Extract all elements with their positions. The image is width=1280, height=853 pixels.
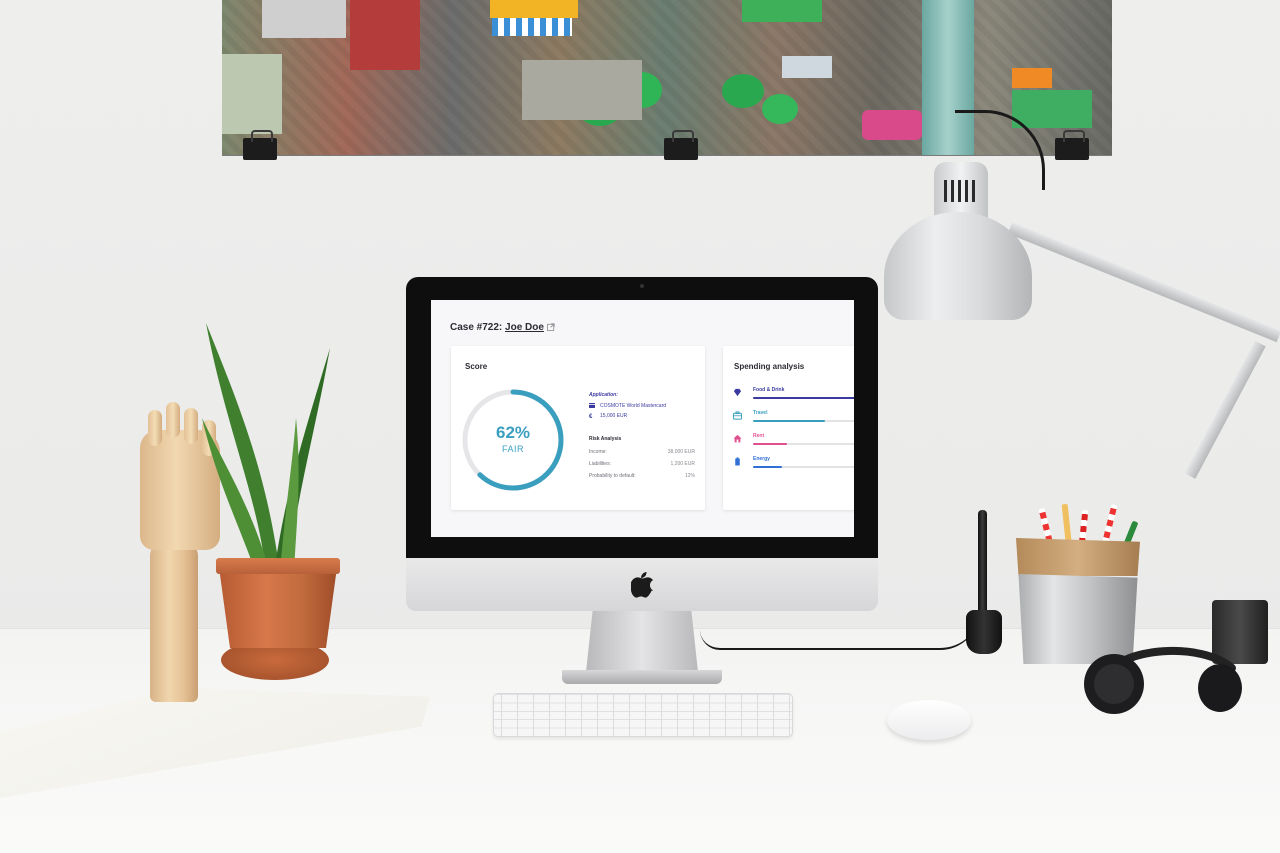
poster-car	[782, 56, 832, 78]
external-link-icon[interactable]	[547, 323, 555, 331]
application-card-name: COSMOTE World Mastercard	[600, 403, 667, 409]
spending-item-rent[interactable]: Rent	[733, 433, 854, 450]
spending-label: Food & Drink	[753, 387, 785, 393]
spending-label: Rent	[753, 433, 765, 439]
imac-stand-neck	[586, 610, 698, 672]
spending-label: Energy	[753, 456, 770, 462]
apple-logo-icon	[631, 571, 653, 598]
risk-label: Probability to default:	[589, 473, 636, 479]
magic-mouse	[887, 700, 971, 740]
risk-analysis-heading: Risk Analysis	[589, 436, 622, 442]
spending-item-food-drink[interactable]: Food & Drink	[733, 387, 854, 404]
imac-screen-dashboard: Case #722: Joe Doe Score 62% FAIR Applic…	[431, 300, 854, 537]
spending-card-title: Spending analysis	[734, 362, 805, 371]
lamp-lower-arm	[1184, 340, 1266, 479]
risk-row-probability: Probability to default: 12%	[589, 473, 695, 479]
spending-bar-track	[753, 466, 854, 468]
poster-building-grey	[262, 0, 346, 38]
risk-value: 1,200 EUR	[670, 461, 695, 467]
imac-chin	[406, 558, 878, 611]
wooden-finger	[166, 402, 180, 438]
case-title: Case #722: Joe Doe	[450, 322, 555, 333]
briefcase-icon	[733, 411, 742, 420]
wooden-hand-stand	[150, 540, 198, 702]
poster-green-block	[742, 0, 822, 22]
imac-stand-foot	[562, 670, 722, 684]
spending-bar-fill	[753, 420, 825, 422]
score-card: Score 62% FAIR Application: COSMOTE Worl…	[451, 346, 705, 510]
euro-icon: €	[589, 414, 593, 420]
diamond-icon	[733, 388, 742, 397]
poster-tree-right	[722, 74, 764, 108]
risk-value: 12%	[684, 473, 695, 479]
spending-bar-track	[753, 443, 854, 445]
lamp-upper-arm	[1007, 222, 1280, 343]
spending-bar-fill	[753, 443, 787, 445]
risk-label: Liabilities:	[589, 461, 611, 467]
spending-bar-track	[753, 420, 854, 422]
spending-item-travel[interactable]: Travel	[733, 410, 854, 427]
spending-bar-fill	[753, 397, 854, 399]
battery-icon	[735, 457, 740, 466]
stylus-stand	[966, 610, 1002, 654]
headphones	[1084, 646, 1242, 714]
risk-value: 38,000 EUR	[667, 449, 695, 455]
application-amount-row: €15,000 EUR	[589, 413, 628, 420]
score-card-title: Score	[465, 362, 488, 371]
imac-camera	[640, 284, 644, 288]
spending-analysis-card: Spending analysis Food & Drink Travel Re…	[723, 346, 854, 510]
application-heading: Application:	[589, 392, 618, 398]
plant-leaf	[274, 348, 330, 573]
imac-power-cable	[700, 610, 980, 650]
poster-sign-yellow	[490, 0, 578, 18]
risk-row-liabilities: Liabilities: 1,200 EUR	[589, 461, 695, 467]
application-amount: 15,000 EUR	[600, 413, 628, 419]
application-card-row: COSMOTE World Mastercard	[589, 403, 666, 409]
spending-item-energy[interactable]: Energy	[733, 456, 854, 473]
spending-bar-fill	[753, 466, 782, 468]
plant-leaf	[280, 418, 299, 573]
wooden-finger	[148, 410, 162, 446]
poster-building-red	[350, 0, 420, 70]
headphones-left-cup-ring	[1094, 664, 1134, 704]
binder-clip-middle	[664, 130, 698, 160]
poster-tree-right-2	[762, 94, 798, 124]
poster-building-left	[222, 54, 282, 134]
poster-sign-orange	[1012, 68, 1052, 88]
case-title-prefix: Case #722:	[450, 322, 506, 333]
terracotta-pot-rim	[216, 558, 340, 574]
risk-label: Income:	[589, 449, 607, 455]
headphones-right-cup	[1198, 664, 1242, 712]
pen-holder-rim	[1016, 538, 1140, 576]
keyboard	[493, 693, 793, 737]
house-icon	[733, 434, 742, 443]
case-name-link[interactable]: Joe Doe	[505, 322, 544, 333]
score-rating: FAIR	[501, 444, 524, 454]
credit-card-icon	[589, 403, 595, 408]
binder-clip-left	[243, 130, 277, 160]
snake-plant-leaves	[202, 323, 330, 573]
spending-bar-track	[753, 397, 854, 399]
binder-clip-right	[1055, 130, 1089, 160]
score-percent: 62%	[495, 423, 531, 442]
poster-street	[522, 60, 642, 120]
poster-graffiti	[862, 110, 922, 140]
risk-row-income: Income: 38,000 EUR	[589, 449, 695, 455]
spending-label: Travel	[753, 410, 768, 416]
poster-truck	[1012, 90, 1092, 128]
